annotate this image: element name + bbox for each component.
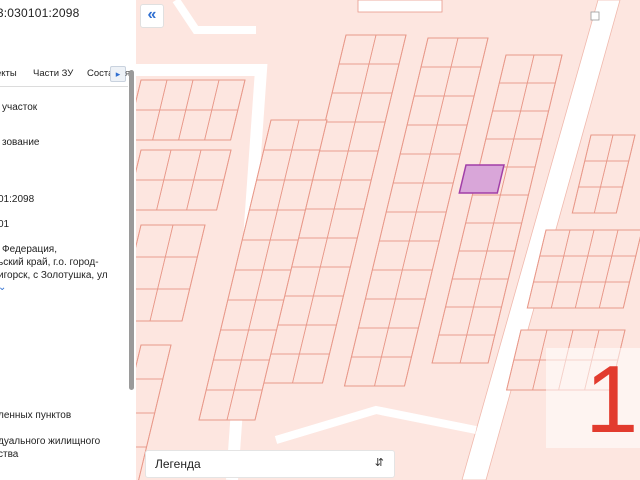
block-right-mid-outline — [526, 229, 640, 309]
page-number-badge: 1 — [585, 346, 639, 453]
address-line-2: ьский край, г.о. город- — [0, 257, 99, 268]
legend-label: Легенда — [155, 457, 201, 471]
quarter-value: 01 — [0, 219, 10, 230]
chevron-right-icon[interactable]: ▸ — [110, 66, 126, 82]
expand-chevron-icon[interactable]: ⌄ — [0, 282, 6, 293]
permitted-use-line-2: ства — [0, 449, 19, 460]
object-status-value: зование — [2, 137, 40, 148]
selected-parcel — [458, 164, 505, 194]
survey-marker — [590, 11, 600, 21]
legend-select[interactable]: Легенда ⇵ — [145, 450, 395, 478]
cadastral-number-title: 33:030101:2098 — [0, 6, 80, 20]
object-type-value: участок — [2, 102, 38, 113]
info-panel: 33:030101:2098 екты Части ЗУ Соста ▸ я у… — [0, 0, 136, 480]
panel-scrollbar[interactable] — [129, 70, 134, 390]
land-category-value: ленных пунктов — [0, 410, 72, 421]
panel-tabs: екты Части ЗУ Соста ▸ я — [0, 62, 130, 87]
cadastral-number-value: 01:2098 — [0, 194, 35, 205]
address-line-3: игорск, с Золотушка, ул — [0, 270, 108, 281]
address-line-1: Федерация, — [2, 244, 57, 255]
double-chevron-left-icon[interactable]: « — [140, 4, 164, 28]
top-building — [357, 0, 443, 13]
permitted-use-line-1: дуального жилищного — [0, 436, 101, 447]
bottom-road — [274, 405, 477, 444]
tab-objects[interactable]: екты — [0, 68, 17, 79]
select-arrows-icon: ⇵ — [374, 457, 384, 469]
tab-parts[interactable]: Части ЗУ — [33, 68, 73, 79]
top-road — [172, 0, 256, 34]
